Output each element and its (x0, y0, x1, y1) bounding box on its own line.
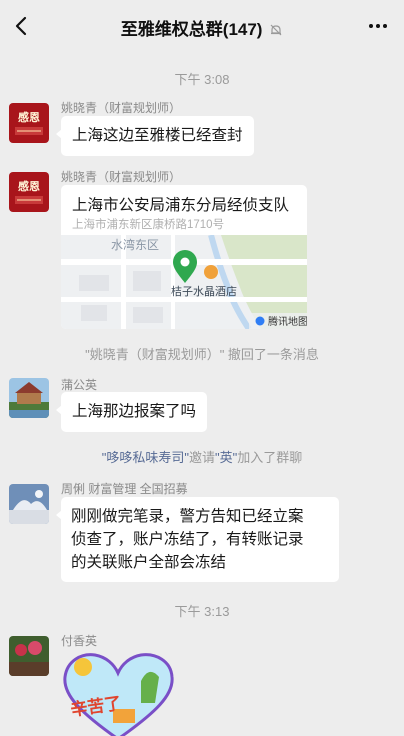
avatar[interactable] (9, 378, 49, 418)
message-line: 侦查了，账户冻结了，有转账记录 (71, 531, 304, 548)
more-options-icon[interactable] (366, 14, 390, 38)
chat-title: 至雅维权总群(147) (0, 15, 404, 40)
join-notice: "哆哆私味寿司"邀请"英"加入了群聊 (101, 450, 303, 465)
chat-title-text: 至雅维权总群(147) (120, 20, 263, 39)
avatar[interactable] (9, 636, 49, 676)
recall-notice: "姚晓青（财富规划师）" 撤回了一条消息 (85, 347, 319, 362)
message-line: 刚刚做完笔录，警方告知已经立案 (71, 508, 304, 525)
avatar[interactable]: 感恩 (9, 172, 49, 212)
sender-name: 付香英 (61, 634, 98, 648)
location-card[interactable]: 上海市公安局浦东分局经侦支队 上海市浦东新区康桥路1710号 水湾东区 桔子水晶… (61, 185, 307, 329)
sender-name: 蒲公英 (61, 378, 98, 392)
timestamp: 下午 3:13 (174, 604, 230, 619)
sender-name: 周俐 财富管理 全国招募 (61, 482, 188, 496)
timestamp: 下午 3:08 (174, 72, 230, 87)
thanks-sticker[interactable]: 辛苦了 (61, 651, 176, 736)
map-district-label: 水湾东区 (111, 237, 159, 252)
svg-text:感恩: 感恩 (18, 179, 40, 193)
hotel-icon (204, 265, 218, 279)
message-bubble[interactable]: 刚刚做完笔录，警方告知已经立案 侦查了，账户冻结了，有转账记录 的关联账户全部会… (56, 497, 339, 582)
avatar[interactable]: 感恩 (9, 103, 49, 143)
invitee-link[interactable]: "英" (215, 450, 237, 465)
avatar[interactable] (9, 484, 49, 524)
sender-name: 姚晓青（财富规划师） (61, 101, 182, 115)
map-provider-label: 腾讯地图 (268, 315, 307, 328)
mute-bell-icon (270, 24, 282, 36)
location-address: 上海市浦东新区康桥路1710号 (72, 219, 225, 231)
chat-header: 至雅维权总群(147) (0, 0, 404, 52)
message-line: 的关联账户全部会冻结 (71, 554, 227, 571)
message-bubble[interactable]: 上海这边至雅楼已经查封 (56, 116, 254, 156)
message-bubble[interactable]: 上海那边报案了吗 (55, 392, 208, 432)
svg-text:感恩: 感恩 (18, 110, 40, 124)
location-title: 上海市公安局浦东分局经侦支队 (72, 197, 290, 214)
inviter-link[interactable]: "哆哆私味寿司" (102, 450, 189, 465)
map-preview: 水湾东区 桔子水晶酒店 腾讯地图 (61, 235, 307, 329)
map-hotel-label: 桔子水晶酒店 (171, 284, 237, 298)
sender-name: 姚晓青（财富规划师） (61, 170, 182, 184)
tencent-map-icon (255, 316, 265, 326)
